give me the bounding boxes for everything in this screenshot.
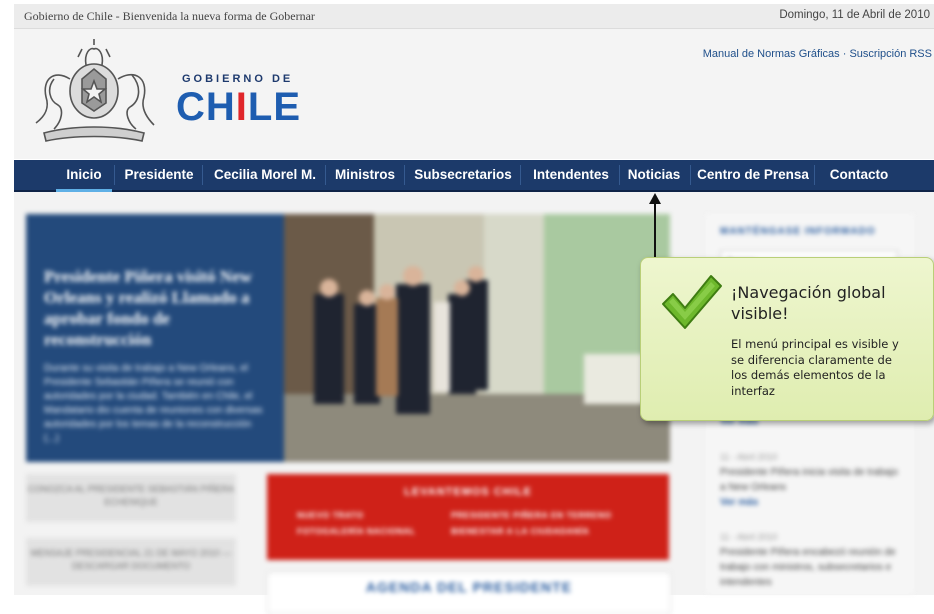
checkmark-icon [662,275,722,329]
manual-normas-link[interactable]: Manual de Normas Gráficas [703,48,840,60]
nav-item-noticias[interactable]: Noticias [622,160,686,190]
feature-photo[interactable] [284,214,670,462]
nav-item-ministros[interactable]: Ministros [328,160,402,190]
callout-title: ¡Navegación global visible! [731,283,886,323]
feature-summary: Durante su visita de trabajo a New Orlea… [44,363,263,444]
news-item[interactable]: 11 - Abril 2010 Presidente Piñera inicia… [720,450,900,510]
nav-item-centro-de-prensa[interactable]: Centro de Prensa [694,160,812,190]
brand-title-ch: CH [176,85,236,129]
brand-title[interactable]: CHILE [176,85,301,130]
feature-story[interactable]: Presidente Piñera visitó New Orleans y r… [26,214,284,462]
news-more-link[interactable]: Ver más [720,495,900,510]
news-text[interactable]: Presidente Piñera inicia visita de traba… [720,465,900,495]
news-date: 11 - Abril 2010 [720,452,778,462]
nav-item-cecilia-morel[interactable]: Cecilia Morel M. [206,160,324,190]
promo-box-mensaje[interactable]: MENSAJE PRESIDENCIAL 21 DE MAYO 2010 — D… [26,538,236,586]
annotation-callout: ¡Navegación global visible! El menú prin… [640,257,934,421]
nav-divider [520,165,521,185]
feature-headline[interactable]: Presidente Piñera visitó New Orleans y r… [44,266,269,350]
sidebar-title: MANTÉNGASE INFORMADO [720,226,876,237]
nav-item-contacto[interactable]: Contacto [818,160,900,190]
news-item[interactable]: 11 - Abril 2010 Presidente Piñera encabe… [720,530,900,590]
nav-divider [325,165,326,185]
nav-divider [114,165,115,185]
link-separator: · [842,48,847,60]
news-date: 11 - Abril 2010 [720,532,778,542]
nav-item-intendentes[interactable]: Intendentes [524,160,618,190]
brand-subtitle: GOBIERNO DE [182,73,294,85]
feature-photo-image [284,214,670,462]
nav-item-subsecretarios[interactable]: Subsecretarios [408,160,518,190]
nav-divider [619,165,620,185]
levantemos-chile-box: LEVANTEMOS CHILE NUEVO TRATO PRESIDENTE … [267,474,669,560]
brand-title-le: LE [247,85,302,129]
news-text[interactable]: Presidente Piñera encabezó reunión de tr… [720,545,900,590]
redbox-link[interactable]: PRESIDENTE PIÑERA EN TERRENO [451,510,612,520]
brand-title-i: I [235,85,248,129]
nav-divider [404,165,405,185]
nav-item-inicio[interactable]: Inicio [56,160,112,192]
nav-divider [814,165,815,185]
callout-body: El menú principal es visible y se difere… [731,337,899,398]
redbox-title: LEVANTEMOS CHILE [404,486,532,498]
promo-box-presidente[interactable]: CONOZCA AL PRESIDENTE SEBASTIÁN PIÑERA E… [26,474,236,522]
nav-divider [690,165,691,185]
redbox-link[interactable]: NUEVO TRATO [297,510,364,520]
agenda-box: AGENDA DEL PRESIDENTE [267,572,671,614]
pointer-arrow-line [654,203,656,259]
top-bar: Gobierno de Chile - Bienvenida la nueva … [14,4,934,29]
nav-divider [202,165,203,185]
site-tagline: Gobierno de Chile - Bienvenida la nueva … [24,9,315,23]
redbox-link[interactable]: FOTOGALERÍA NACIONAL [297,526,416,536]
nav-item-presidente[interactable]: Presidente [118,160,200,190]
current-date: Domingo, 11 de Abril de 2010 [779,9,930,21]
rss-link[interactable]: Suscripción RSS [849,48,932,60]
global-navigation: Inicio Presidente Cecilia Morel M. Minis… [14,160,934,192]
site-header: GOBIERNO DE CHILE Manual de Normas Gráfi… [14,29,934,159]
redbox-link[interactable]: BIENESTAR A LA CIUDADANÍA [451,526,589,536]
header-links: Manual de Normas Gráficas · Suscripción … [703,48,932,60]
coat-of-arms-logo[interactable] [24,39,164,145]
agenda-title[interactable]: AGENDA DEL PRESIDENTE [268,579,670,595]
